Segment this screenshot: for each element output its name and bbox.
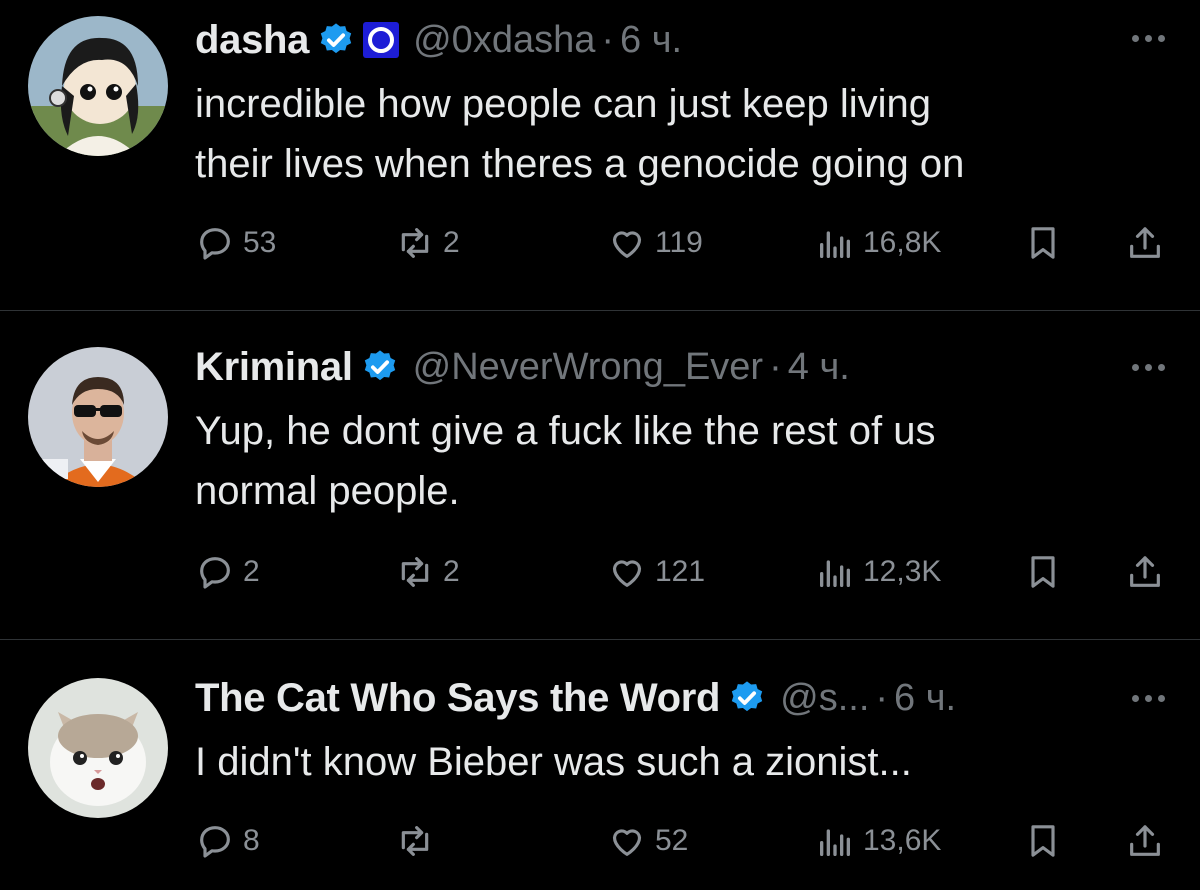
views-count: 12,3K <box>863 555 942 588</box>
display-name[interactable]: Kriminal <box>195 345 353 390</box>
timestamp[interactable]: 6 ч. <box>894 677 956 720</box>
separator-dot: · <box>601 18 615 61</box>
action-bar: 2 2 121 12,3K <box>195 547 1175 597</box>
separator-dot: · <box>769 345 782 388</box>
like-button[interactable]: 119 <box>607 218 703 268</box>
tweet-text: Yup, he dont give a fuck like the rest o… <box>195 401 1155 521</box>
views-icon <box>820 560 850 587</box>
like-button[interactable]: 121 <box>607 547 705 597</box>
views-button[interactable]: 16,8K <box>815 218 941 268</box>
reply-icon <box>200 826 230 858</box>
reply-button[interactable]: 2 <box>195 547 260 597</box>
share-button[interactable] <box>1125 218 1165 268</box>
share-icon <box>1130 556 1160 587</box>
bookmark-icon <box>1031 227 1055 259</box>
heart-icon <box>612 231 642 258</box>
retweet-button[interactable] <box>395 816 443 866</box>
bookmark-button[interactable] <box>1023 816 1063 866</box>
reply-count: 2 <box>243 555 260 588</box>
tweet-text-line: Yup, he dont give a fuck like the rest o… <box>195 409 936 453</box>
retweet-icon <box>401 557 429 587</box>
share-button[interactable] <box>1125 816 1165 866</box>
tweet-text: incredible how people can just keep livi… <box>195 74 1155 194</box>
tweet[interactable]: dasha @0xdasha · 6 ч. incredible how peo… <box>0 0 1200 310</box>
timestamp[interactable]: 6 ч. <box>620 19 682 62</box>
user-handle[interactable]: @0xdasha <box>413 19 595 62</box>
reply-button[interactable]: 53 <box>195 218 276 268</box>
more-icon[interactable] <box>1128 28 1168 48</box>
avatar[interactable] <box>28 678 168 818</box>
timestamp[interactable]: 4 ч. <box>788 346 850 389</box>
tweet-header: The Cat Who Says the Word @s... · 6 ч. <box>195 670 1105 726</box>
retweet-icon <box>401 228 429 258</box>
views-button[interactable]: 13,6K <box>815 816 941 866</box>
share-icon <box>1130 825 1160 856</box>
retweet-count: 2 <box>443 555 460 588</box>
user-handle[interactable]: @NeverWrong_Ever <box>413 346 763 389</box>
bookmark-icon <box>1031 556 1055 588</box>
retweet-icon <box>401 826 429 856</box>
tweet-header: Kriminal @NeverWrong_Ever · 4 ч. <box>195 339 1105 395</box>
tweet-text-line: incredible how people can just keep livi… <box>195 82 932 126</box>
retweet-button[interactable]: 2 <box>395 218 460 268</box>
tweet-text-line: normal people. <box>195 469 460 513</box>
display-name[interactable]: The Cat Who Says the Word <box>195 676 720 721</box>
views-count: 16,8K <box>863 226 942 259</box>
reply-count: 8 <box>243 824 260 857</box>
anime-girl-avatar <box>28 16 168 156</box>
action-bar: 53 2 119 16,8K <box>195 218 1175 268</box>
reply-count: 53 <box>243 226 277 259</box>
like-button[interactable]: 52 <box>607 816 688 866</box>
display-name[interactable]: dasha <box>195 18 309 63</box>
heart-icon <box>612 829 642 856</box>
tweet-text-line: I didn't know Bieber was such a zionist.… <box>195 740 912 784</box>
views-button[interactable]: 12,3K <box>815 547 941 597</box>
more-icon[interactable] <box>1128 688 1168 708</box>
like-count: 121 <box>655 555 706 588</box>
man-sunglasses-avatar <box>28 347 168 487</box>
user-handle[interactable]: @s... <box>780 677 869 720</box>
separator-dot: · <box>875 676 889 719</box>
views-count: 13,6K <box>863 824 942 857</box>
tweet[interactable]: The Cat Who Says the Word @s... · 6 ч. I… <box>0 640 1200 890</box>
retweet-button[interactable]: 2 <box>395 547 460 597</box>
tweet-header: dasha @0xdasha · 6 ч. <box>195 12 1105 68</box>
share-icon <box>1130 227 1160 258</box>
reply-icon <box>200 228 230 260</box>
bookmark-button[interactable] <box>1023 547 1063 597</box>
white-cat-avatar <box>28 678 168 818</box>
verified-badge-icon <box>364 350 395 381</box>
like-count: 52 <box>655 824 689 857</box>
like-count: 119 <box>655 226 703 259</box>
views-icon <box>820 231 850 258</box>
retweet-count: 2 <box>443 226 460 259</box>
avatar[interactable] <box>28 16 168 156</box>
more-icon[interactable] <box>1128 357 1168 377</box>
tweet-text: I didn't know Bieber was such a zionist.… <box>195 732 1155 792</box>
bookmark-icon <box>1031 825 1055 857</box>
tweet-text-line: their lives when theres a genocide going… <box>195 142 965 186</box>
views-icon <box>820 829 850 856</box>
action-bar: 8 52 13,6K <box>195 816 1175 866</box>
verified-badge-icon <box>320 23 352 54</box>
verified-badge-icon <box>731 681 763 712</box>
share-button[interactable] <box>1125 547 1165 597</box>
reply-icon <box>200 557 230 589</box>
heart-icon <box>612 560 642 587</box>
bookmark-button[interactable] <box>1023 218 1063 268</box>
affiliation-badge-icon <box>363 22 400 58</box>
avatar[interactable] <box>28 347 168 487</box>
tweet[interactable]: Kriminal @NeverWrong_Ever · 4 ч. Yup, he… <box>0 311 1200 639</box>
reply-button[interactable]: 8 <box>195 816 260 866</box>
